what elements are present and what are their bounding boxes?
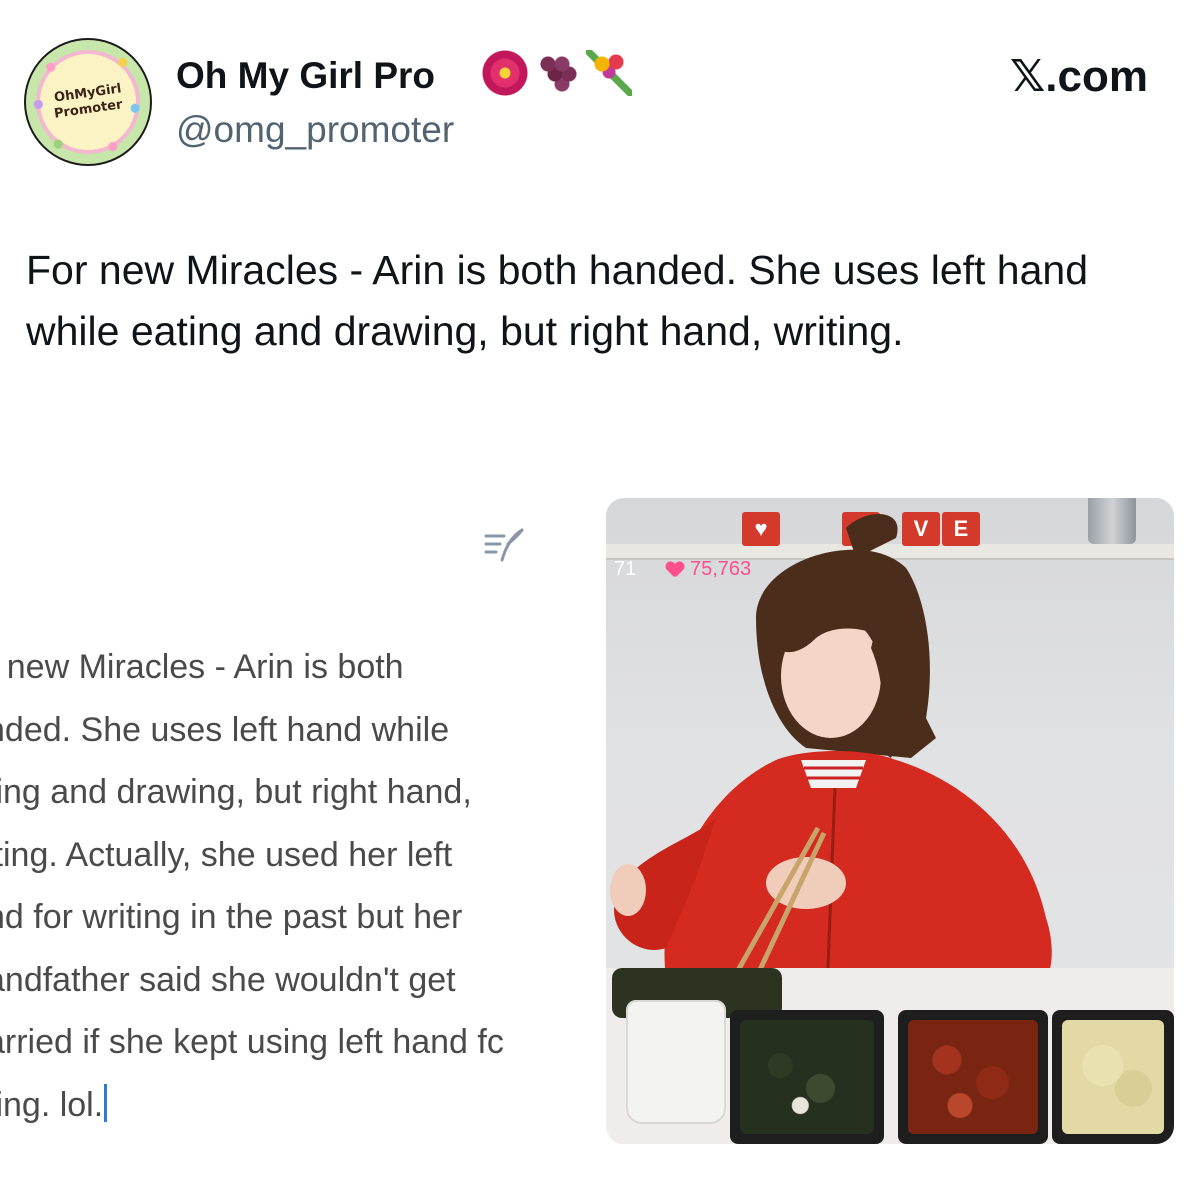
memo-line: nd for writing in the past but her — [0, 898, 463, 936]
spicy-pork — [908, 1020, 1038, 1134]
like-count: 75,763 — [690, 558, 752, 580]
memo-line: ting. lol. — [0, 1085, 104, 1124]
user-handle[interactable]: @omg_promoter — [176, 108, 454, 152]
pancake — [1062, 1020, 1164, 1134]
text-cursor — [104, 1083, 108, 1122]
display-name[interactable]: Oh My Girl Pro — [176, 54, 435, 98]
soup-cup — [626, 1000, 726, 1124]
like-counter: 75,763 — [666, 558, 751, 581]
live-stream-photo[interactable]: ♥ O V E 71 75,763 — [606, 498, 1174, 1144]
memo-last-line: ting. lol. — [0, 1074, 586, 1137]
hibiscus-icon — [482, 50, 528, 96]
tweet-text: For new Miracles - Arin is both handed. … — [26, 247, 1089, 354]
heart-icon — [666, 562, 684, 578]
seaweed-rice — [740, 1020, 874, 1134]
viewer-count: 71 — [614, 558, 637, 580]
memo-line: iting. Actually, she used her left — [0, 835, 453, 874]
memo-line: ting and drawing, but right hand, — [0, 773, 472, 811]
pork-tray — [898, 1010, 1048, 1144]
memo-text: r new Miracles - Arin is both nded. She … — [0, 636, 586, 1136]
memo-screenshot: r new Miracles - Arin is both nded. She … — [0, 490, 605, 1150]
name-emojis — [482, 50, 632, 96]
compose-icon — [484, 528, 524, 562]
profile-avatar[interactable]: OhMyGirl Promoter — [24, 38, 152, 166]
pancake-tray — [1052, 1010, 1174, 1144]
x-logo-watermark: 𝕏.com — [1009, 52, 1148, 101]
rice-tray — [730, 1010, 884, 1144]
memo-line: r new Miracles - Arin is both — [0, 648, 404, 686]
grapes-icon — [534, 50, 580, 96]
memo-line: andfather said she wouldn't get — [0, 960, 456, 999]
memo-line: nded. She uses left hand while — [0, 710, 450, 749]
bouquet-icon — [586, 50, 632, 96]
memo-line: arried if she kept using left hand fc — [0, 1023, 504, 1061]
